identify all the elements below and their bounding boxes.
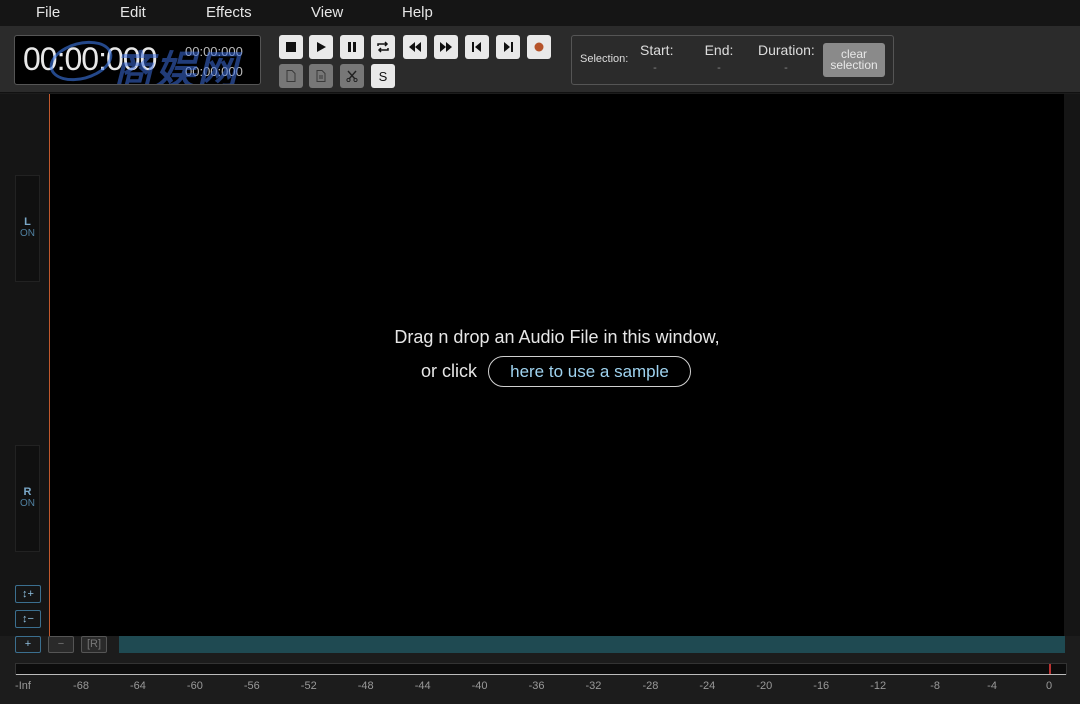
meter-tick: -8 xyxy=(930,680,940,692)
bottom-controls: + − [R] -Inf -68 -64 -60 -56 -52 -48 -44 -40 -36-… xyxy=(0,636,1080,704)
start-label: Start: xyxy=(640,42,674,58)
paste-icon xyxy=(316,70,326,82)
meter-tick: 0 xyxy=(1045,680,1053,692)
zoom-reset-button[interactable]: [R] xyxy=(81,636,107,653)
selection-duration: Duration: - xyxy=(758,42,815,74)
play-icon xyxy=(317,42,326,52)
right-channel-name: R xyxy=(23,486,32,498)
play-button[interactable] xyxy=(309,35,333,59)
toolbar: 00:00:000 00:00:000 00:00:000 商娱网 S Sele… xyxy=(0,26,1080,93)
meter-tick: -28 xyxy=(642,680,659,692)
right-channel-toggle[interactable]: R ON xyxy=(15,445,40,552)
left-channel-toggle[interactable]: L ON xyxy=(15,175,40,282)
meter-tick: -48 xyxy=(357,680,374,692)
start-value: - xyxy=(653,62,657,74)
drop-instruction: Drag n drop an Audio File in this window… xyxy=(394,327,720,347)
channel-column: L ON R ON ↕+ ↕− xyxy=(0,94,49,636)
meter-tick: -20 xyxy=(756,680,773,692)
left-channel-name: L xyxy=(24,216,31,228)
use-sample-button[interactable]: here to use a sample xyxy=(488,356,691,387)
meter-tick: -56 xyxy=(243,680,260,692)
selection-panel: Selection: Start: - End: - Duration: - c… xyxy=(571,35,894,85)
fast-forward-icon xyxy=(440,42,452,52)
right-strip xyxy=(1064,94,1080,636)
skip-to-start-button[interactable] xyxy=(465,35,489,59)
clear-selection-button[interactable]: clear selection xyxy=(823,43,885,77)
meter-tick: -Inf xyxy=(15,680,31,692)
meter-tick: -36 xyxy=(528,680,545,692)
silence-button[interactable]: S xyxy=(371,64,395,88)
meter-tick: -44 xyxy=(414,680,431,692)
skip-to-end-icon xyxy=(504,42,513,52)
meter-clip-marker xyxy=(1049,664,1051,674)
timeline-scrollbar[interactable] xyxy=(119,636,1065,653)
level-meter xyxy=(15,663,1067,675)
copy-button[interactable] xyxy=(279,64,303,88)
meter-tick: -24 xyxy=(699,680,716,692)
vertical-zoom-out-button[interactable]: ↕− xyxy=(15,610,41,628)
pause-button[interactable] xyxy=(340,35,364,59)
end-value: - xyxy=(717,62,721,74)
vertical-zoom-in-button[interactable]: ↕+ xyxy=(15,585,41,603)
or-click-text: or click xyxy=(421,361,478,381)
selection-start: Start: - xyxy=(640,42,674,74)
paste-button[interactable] xyxy=(309,64,333,88)
record-icon xyxy=(534,42,544,52)
right-channel-state: ON xyxy=(20,498,35,509)
menu-view[interactable]: View xyxy=(311,4,343,21)
clear-label-2: selection xyxy=(830,58,878,72)
copy-icon xyxy=(286,70,296,82)
menu-bar: File Edit Effects View Help xyxy=(0,0,1080,26)
horizontal-zoom-out-button[interactable]: − xyxy=(48,636,74,653)
skip-to-end-button[interactable] xyxy=(496,35,520,59)
duration-value: - xyxy=(784,62,788,74)
stop-icon xyxy=(286,42,296,52)
time-display: 00:00:000 00:00:000 00:00:000 商娱网 xyxy=(14,35,261,85)
scissors-icon xyxy=(346,70,358,82)
cut-button[interactable] xyxy=(340,64,364,88)
meter-tick: -60 xyxy=(186,680,203,692)
horizontal-zoom-in-button[interactable]: + xyxy=(15,636,41,653)
meter-tick: -68 xyxy=(73,680,89,692)
stop-button[interactable] xyxy=(279,35,303,59)
menu-effects[interactable]: Effects xyxy=(206,4,252,21)
loop-icon xyxy=(377,41,389,53)
duration-label: Duration: xyxy=(758,42,815,58)
menu-help[interactable]: Help xyxy=(402,4,433,21)
pause-icon xyxy=(348,42,356,52)
watermark-logo: 商娱网 xyxy=(113,49,239,85)
rewind-button[interactable] xyxy=(403,35,427,59)
selection-end: End: - xyxy=(704,42,734,74)
meter-tick: -40 xyxy=(471,680,488,692)
waveform-drop-area[interactable]: Drag n drop an Audio File in this window… xyxy=(50,94,1064,636)
menu-file[interactable]: File xyxy=(36,4,60,21)
fast-forward-button[interactable] xyxy=(434,35,458,59)
rewind-icon xyxy=(409,42,421,52)
skip-to-start-icon xyxy=(472,42,481,52)
meter-tick: -32 xyxy=(585,680,602,692)
meter-tick: -64 xyxy=(129,680,146,692)
menu-edit[interactable]: Edit xyxy=(120,4,146,21)
record-button[interactable] xyxy=(527,35,551,59)
meter-tick: -4 xyxy=(987,680,997,692)
meter-tick: -52 xyxy=(300,680,317,692)
loop-button[interactable] xyxy=(371,35,395,59)
meter-tick: -16 xyxy=(813,680,830,692)
left-channel-state: ON xyxy=(20,228,35,239)
end-label: End: xyxy=(704,42,734,58)
meter-tick: -12 xyxy=(870,680,887,692)
meter-baseline xyxy=(16,674,1066,675)
selection-label: Selection: xyxy=(580,53,629,65)
